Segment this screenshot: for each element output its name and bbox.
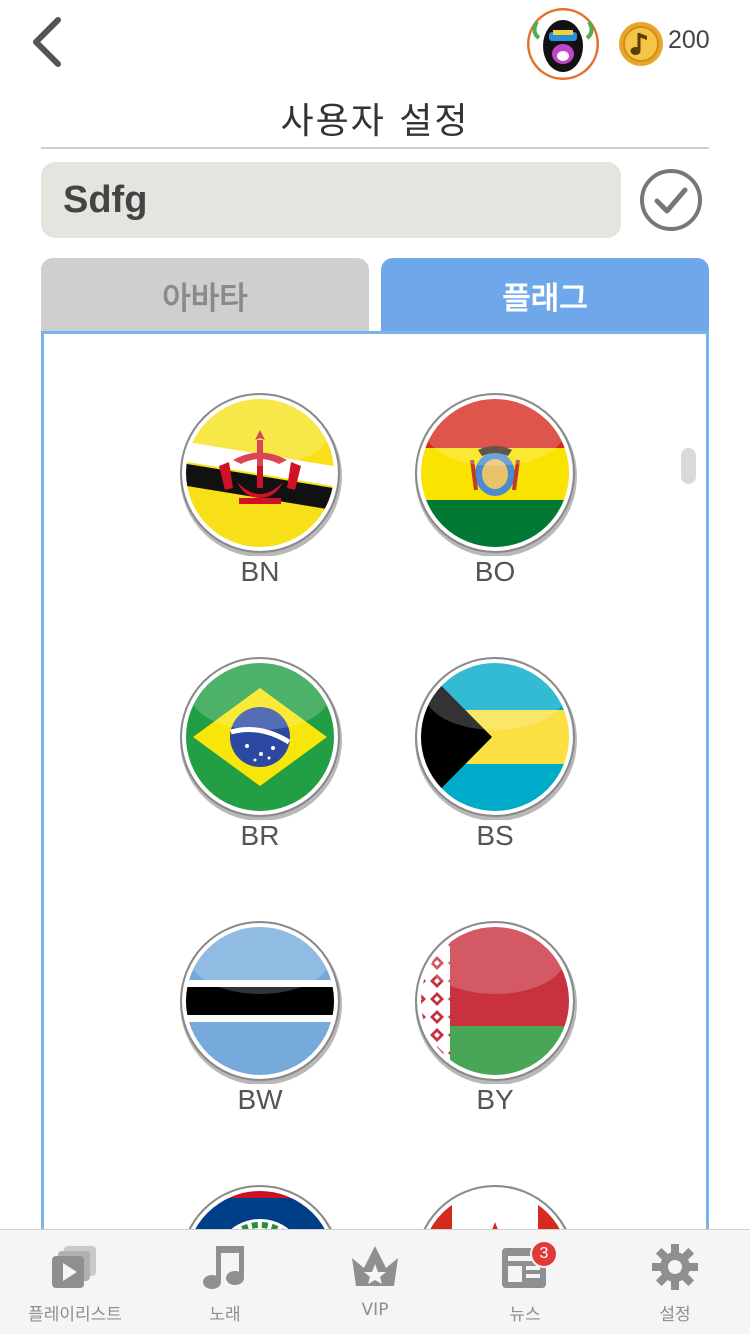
nav-item-vip[interactable]: VIP xyxy=(300,1230,450,1334)
brunei-flag-icon xyxy=(180,393,342,556)
flag-code: BR xyxy=(240,820,280,851)
nav-item-settings[interactable]: 설정 xyxy=(600,1230,750,1334)
title-divider xyxy=(41,147,709,149)
flag-item-bo[interactable]: BO xyxy=(410,390,580,600)
tab-flags[interactable]: 플래그 xyxy=(381,258,709,332)
page-title: 사용자 설정 xyxy=(280,101,470,142)
flag-code: BS xyxy=(476,820,514,851)
chevron-left-icon xyxy=(33,17,61,67)
nav-label: 플레이리스트 xyxy=(28,1305,122,1325)
belarus-flag-icon xyxy=(415,921,577,1084)
username-input[interactable] xyxy=(41,162,621,238)
bahamas-flag-icon xyxy=(415,657,577,820)
flag-grid-panel[interactable]: BN BO BR BS BW BY xyxy=(41,331,709,1241)
bottom-nav: 플레이리스트 노래 VIP 3 뉴스 설정 xyxy=(0,1229,750,1334)
flag-item-bs[interactable]: BS xyxy=(410,654,580,864)
gear-icon xyxy=(652,1244,698,1290)
nav-item-playlist[interactable]: 플레이리스트 xyxy=(0,1230,150,1334)
music-note-icon xyxy=(203,1246,244,1289)
crown-icon xyxy=(352,1246,398,1286)
nav-label: 설정 xyxy=(659,1305,691,1325)
flag-item-bn[interactable]: BN xyxy=(175,390,345,600)
check-circle-icon xyxy=(640,169,702,231)
coin-icon xyxy=(619,22,663,66)
nav-item-news[interactable]: 3 뉴스 xyxy=(450,1230,600,1334)
news-badge: 3 xyxy=(530,1240,558,1268)
flag-item-br[interactable]: BR xyxy=(175,654,345,864)
top-bar: 200 xyxy=(0,0,750,90)
flag-code: BO xyxy=(474,556,516,587)
scrollbar-thumb[interactable] xyxy=(681,448,696,484)
nav-item-songs[interactable]: 노래 xyxy=(150,1230,300,1334)
back-button[interactable] xyxy=(22,12,76,72)
flag-item-bw[interactable]: BW xyxy=(175,918,345,1128)
avatar-image xyxy=(527,8,599,80)
nav-label: VIP xyxy=(361,1300,389,1320)
tab-avatar[interactable]: 아바타 xyxy=(41,258,369,332)
flag-code: BW xyxy=(237,1084,283,1115)
flag-item-by[interactable]: BY xyxy=(410,918,580,1128)
nav-label: 뉴스 xyxy=(509,1305,541,1325)
bolivia-flag-icon xyxy=(415,393,577,556)
flag-code: BN xyxy=(240,556,280,587)
brazil-flag-icon xyxy=(180,657,342,820)
flag-code: BY xyxy=(476,1084,514,1115)
confirm-button[interactable] xyxy=(639,168,703,232)
nav-label: 노래 xyxy=(209,1305,241,1325)
avatar[interactable] xyxy=(527,8,599,80)
playlist-icon xyxy=(52,1246,96,1288)
coin-count: 200 xyxy=(668,26,710,54)
botswana-flag-icon xyxy=(180,921,342,1084)
